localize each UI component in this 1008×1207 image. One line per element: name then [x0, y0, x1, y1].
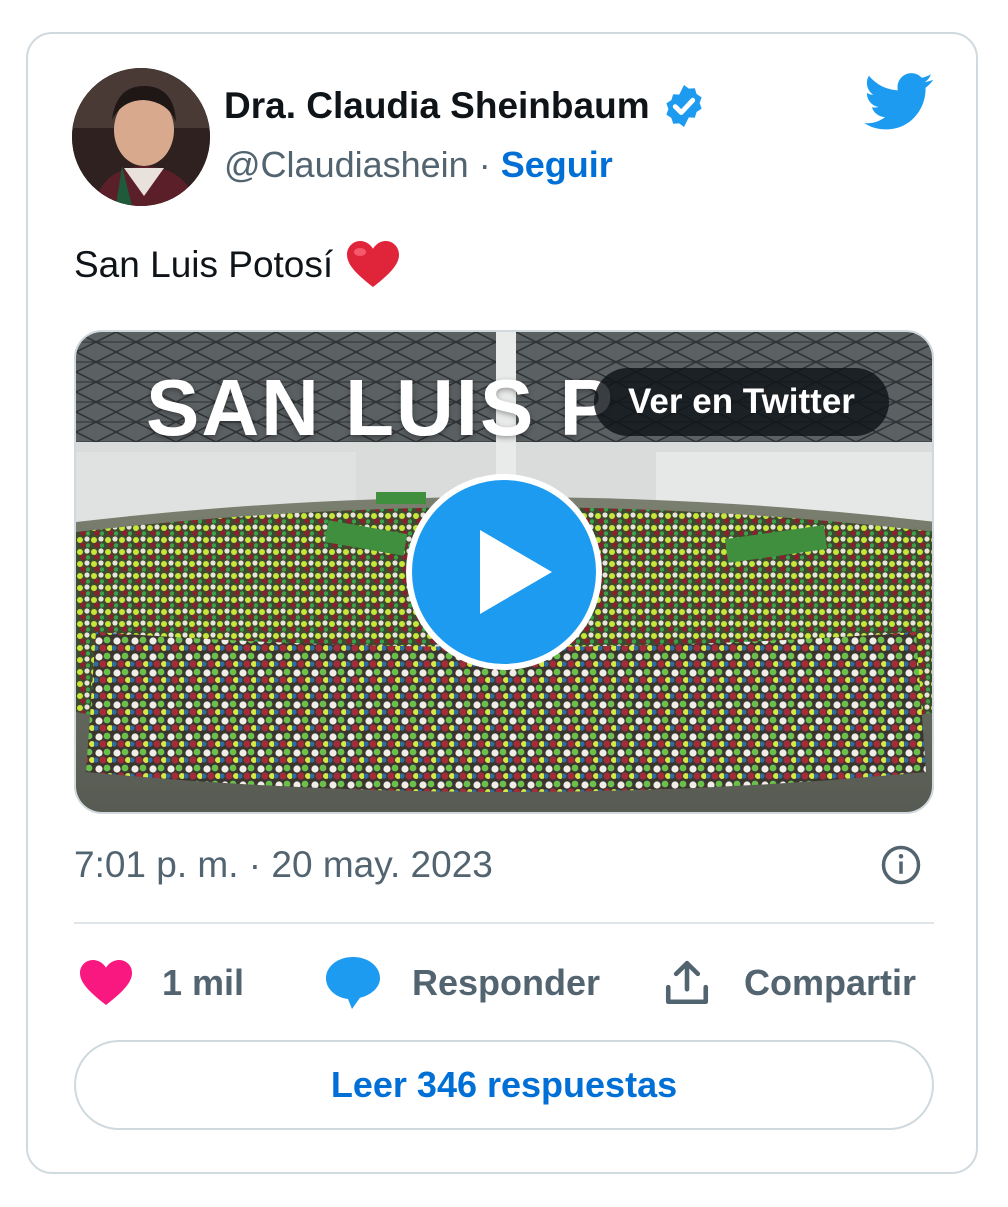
heart-icon	[80, 960, 132, 1005]
share-upload-icon	[665, 960, 709, 1005]
follow-button[interactable]: Seguir	[501, 144, 613, 185]
reply-button[interactable]: Responder	[326, 954, 600, 1012]
share-label: Compartir	[744, 962, 917, 1003]
play-icon	[480, 530, 552, 614]
divider	[74, 922, 934, 924]
read-replies-button[interactable]: Leer 346 respuestas	[74, 1040, 934, 1130]
tweet-timestamp[interactable]: 7:01 p. m. · 20 may. 2023	[74, 842, 493, 888]
verified-badge-icon	[665, 85, 702, 127]
info-icon[interactable]	[880, 844, 922, 886]
like-button[interactable]: 1 mil	[80, 954, 244, 1012]
author-name[interactable]: Dra. Claudia Sheinbaum	[224, 83, 650, 129]
video-thumbnail[interactable]: SAN LUIS P Ver en Twitter	[74, 330, 934, 814]
author-handle[interactable]: @Claudiashein	[224, 144, 469, 185]
tweet-body: San Luis Potosí	[74, 244, 334, 285]
reply-label: Responder	[412, 962, 601, 1003]
red-heart-emoji-icon	[347, 241, 400, 287]
watch-on-twitter-button[interactable]: Ver en Twitter	[594, 368, 889, 436]
play-button[interactable]	[406, 474, 602, 670]
tweet-text: San Luis Potosí	[74, 240, 400, 290]
like-count: 1 mil	[162, 962, 245, 1003]
author-avatar[interactable]	[72, 68, 210, 206]
twitter-bird-icon[interactable]	[864, 72, 934, 132]
reply-bubble-icon	[326, 957, 380, 1009]
video-overlay-title: SAN LUIS P	[146, 363, 615, 452]
handle-separator: ·	[478, 144, 491, 185]
share-button[interactable]: Compartir	[662, 954, 916, 1012]
read-replies-label: Leer 346 respuestas	[330, 1064, 678, 1105]
author-name-row: Dra. Claudia Sheinbaum	[224, 82, 708, 130]
author-handle-row: @Claudiashein · Seguir	[224, 142, 613, 188]
